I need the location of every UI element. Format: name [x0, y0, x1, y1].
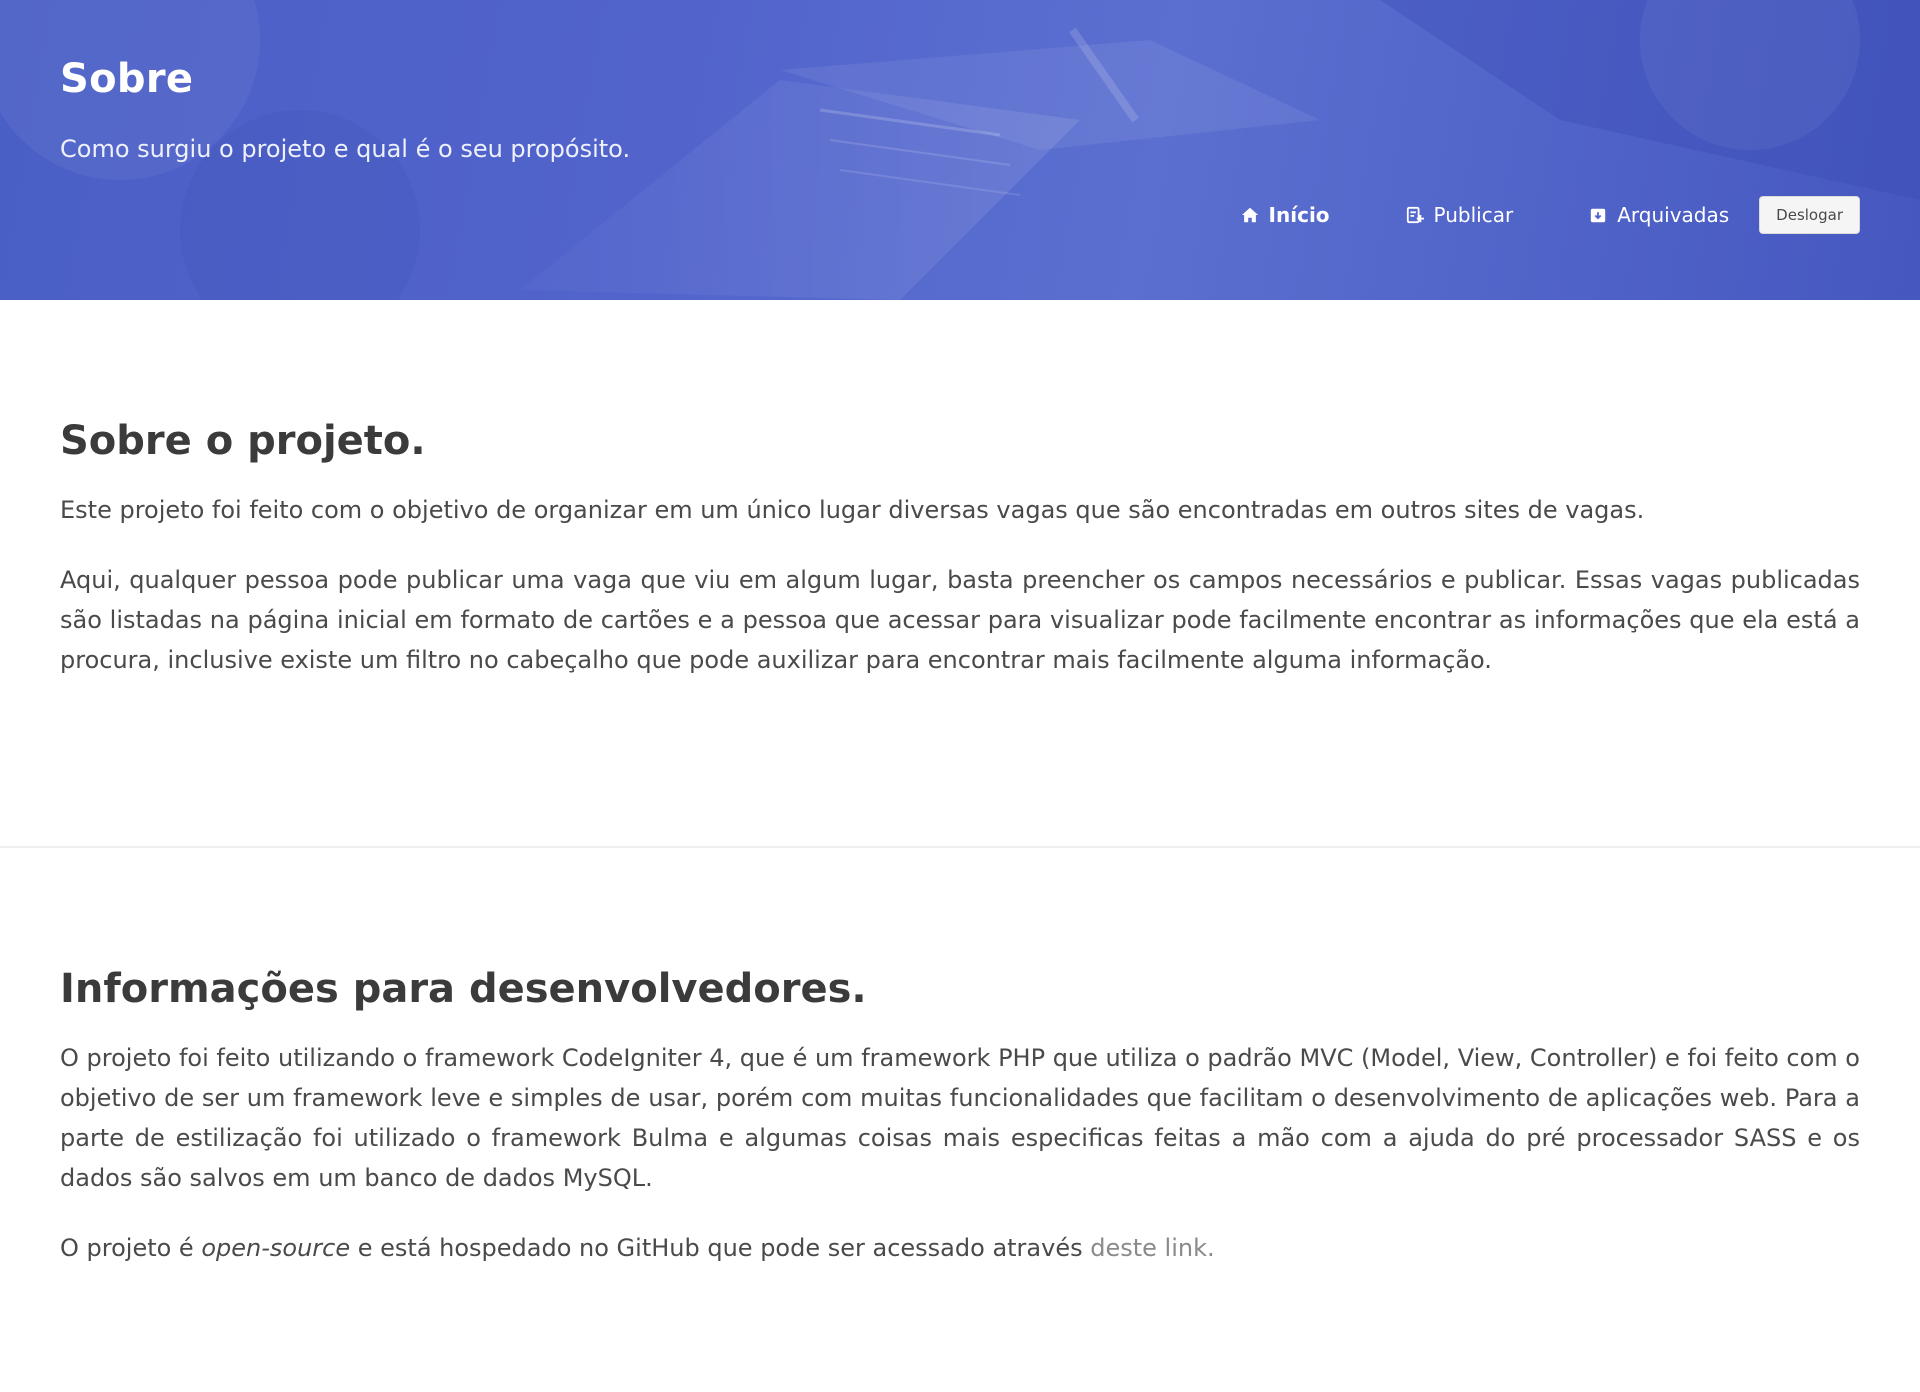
page-title: Sobre: [60, 56, 194, 102]
paragraph-text: O projeto é: [60, 1234, 202, 1262]
open-source-emphasis: open-source: [201, 1234, 351, 1262]
paragraph-text: e está hospedado no GitHub que pode ser …: [350, 1234, 1091, 1262]
github-repo-link[interactable]: deste link.: [1090, 1234, 1214, 1262]
developers-title: Informações para desenvolvedores.: [60, 966, 867, 1012]
nav-item-label: Publicar: [1433, 203, 1514, 227]
publish-icon: [1406, 206, 1424, 224]
developers-section: Informações para desenvolvedores. O proj…: [0, 848, 1920, 1268]
page-subtitle: Como surgiu o projeto e qual é o seu pro…: [60, 135, 631, 163]
nav-item-label: Início: [1268, 203, 1330, 227]
nav-item-inicio[interactable]: Início: [1241, 203, 1330, 227]
about-paragraph-1: Este projeto foi feito com o objetivo de…: [60, 496, 1645, 524]
about-title: Sobre o projeto.: [60, 418, 426, 464]
developers-paragraph-2: O projeto é open-source e está hospedado…: [60, 1228, 1860, 1268]
nav-item-publicar[interactable]: Publicar: [1406, 203, 1514, 227]
logout-button[interactable]: Deslogar: [1759, 196, 1860, 234]
nav-item-label: Arquivadas: [1617, 203, 1730, 227]
about-paragraph-2: Aqui, qualquer pessoa pode publicar uma …: [60, 566, 1860, 674]
nav-item-arquivadas[interactable]: Arquivadas: [1589, 203, 1729, 227]
developers-paragraph-1: O projeto foi feito utilizando o framewo…: [60, 1044, 1860, 1192]
home-icon: [1241, 207, 1258, 223]
about-section: Sobre o projeto. Este projeto foi feito …: [0, 300, 1920, 846]
hero-banner: Sobre Como surgiu o projeto e qual é o s…: [0, 0, 1920, 300]
archive-icon: [1591, 208, 1606, 223]
main-nav: Início Publicar Arquivadas Deslogar: [1241, 196, 1860, 234]
